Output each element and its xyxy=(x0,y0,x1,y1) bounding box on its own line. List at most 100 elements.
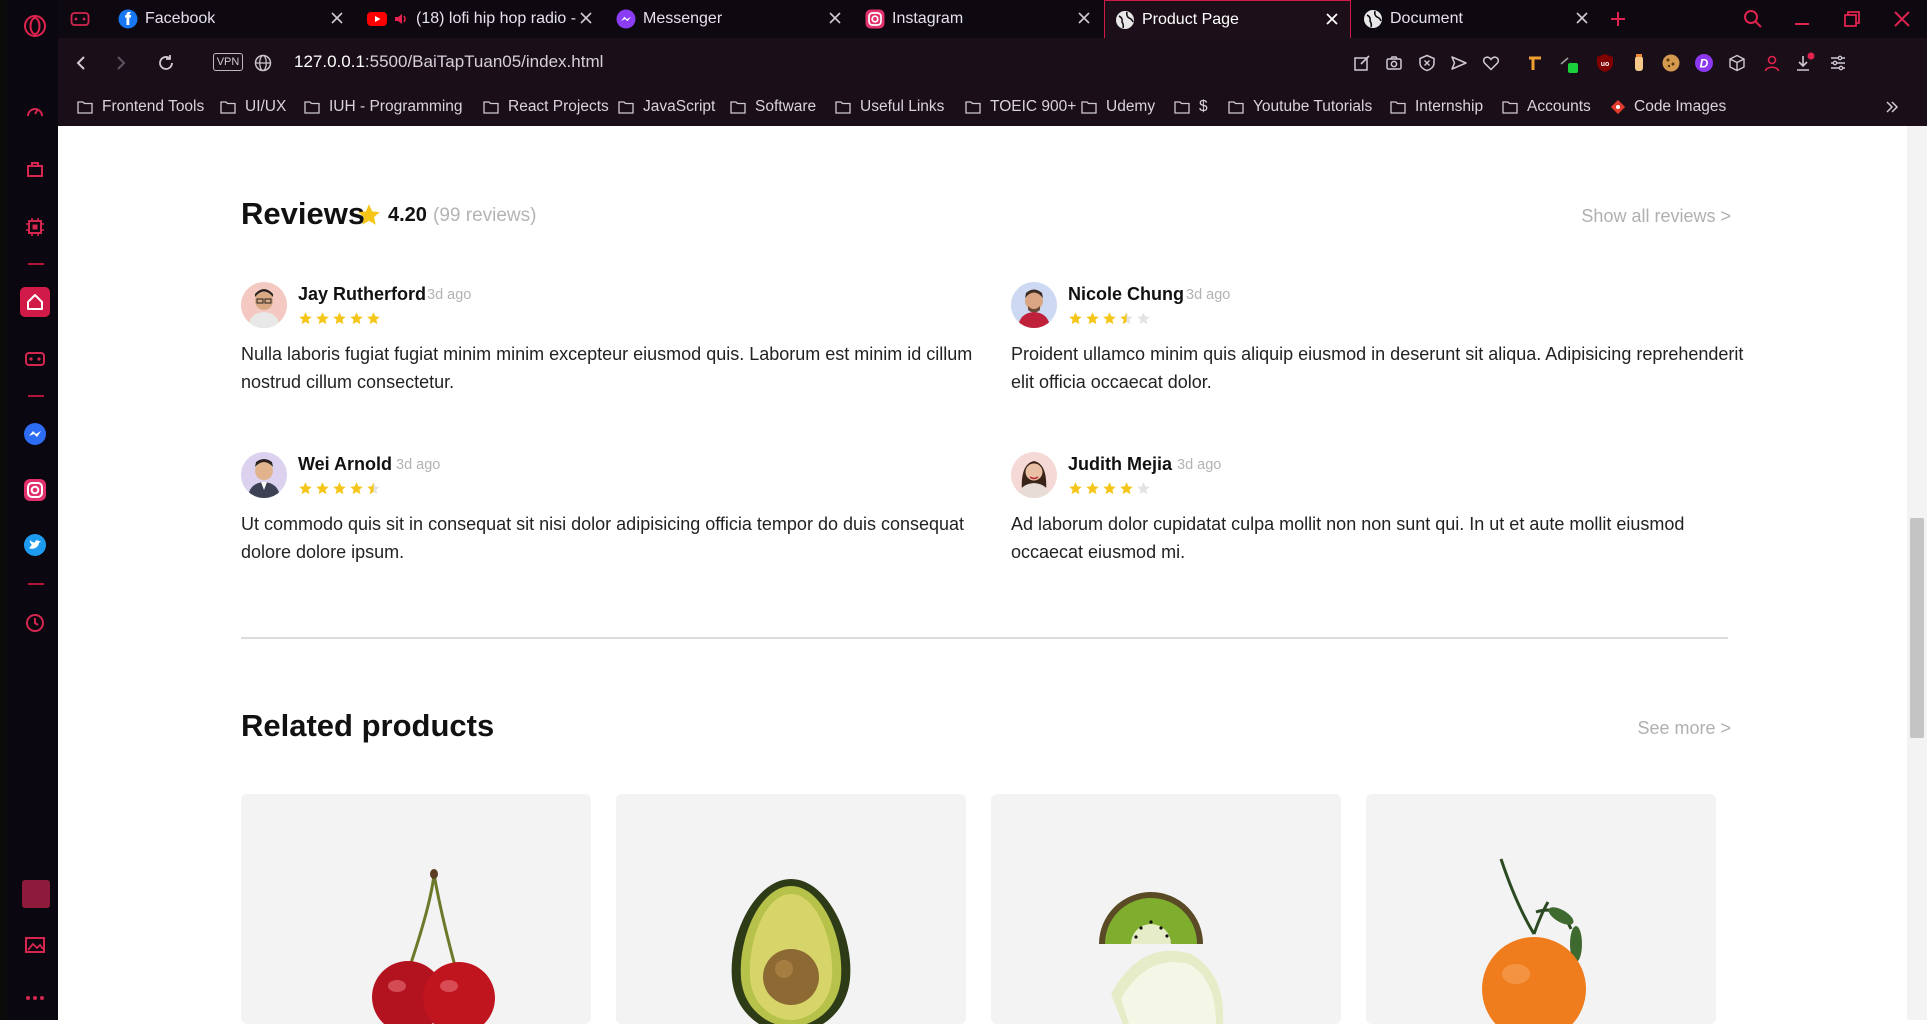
edit-snap-icon[interactable] xyxy=(1350,51,1374,75)
mandarin-image xyxy=(1482,858,1586,1024)
folder-icon xyxy=(304,101,320,114)
review-card: Wei Arnold 3d ago Ut commodo quis sit in… xyxy=(241,452,981,572)
bookmark-accounts[interactable]: Accounts xyxy=(1502,88,1591,126)
bookmark-label: UI/UX xyxy=(245,98,287,115)
extension-bottle-icon[interactable] xyxy=(1627,51,1651,75)
close-tab-icon[interactable] xyxy=(578,10,594,26)
bookmark-react-projects[interactable]: React Projects xyxy=(483,88,609,126)
bookmark-iuh-programming[interactable]: IUH - Programming xyxy=(304,88,463,126)
bookmark-ui-ux[interactable]: UI/UX xyxy=(220,88,286,126)
close-window-icon[interactable] xyxy=(1887,4,1917,34)
product-card-kiwi-lime[interactable] xyxy=(991,794,1341,1024)
bookmark-toeic[interactable]: TOEIC 900+ xyxy=(965,88,1076,126)
product-card-cherry[interactable] xyxy=(241,794,591,1024)
review-time: 3d ago xyxy=(1177,457,1222,473)
audio-playing-icon[interactable] xyxy=(393,11,409,27)
ad-blocker-icon[interactable] xyxy=(1415,51,1439,75)
bookmark-dollar[interactable]: $ xyxy=(1174,88,1208,126)
extension-d-icon[interactable]: D xyxy=(1692,51,1716,75)
url-field[interactable]: 127.0.0.1:5500/BaiTapTuan05/index.html xyxy=(294,52,603,72)
tab-title: Messenger xyxy=(643,10,723,27)
tab-product-page[interactable]: Product Page xyxy=(1104,0,1351,38)
restore-window-icon[interactable] xyxy=(1837,4,1867,34)
tab-facebook[interactable]: Facebook xyxy=(108,0,355,38)
extension-green-icon[interactable] xyxy=(1557,51,1581,75)
tab-instagram[interactable]: Instagram xyxy=(855,0,1102,38)
cookie-icon[interactable] xyxy=(1659,51,1683,75)
instagram-icon[interactable] xyxy=(22,477,48,503)
folder-icon xyxy=(618,101,634,114)
sidebar-app-tile-icon[interactable] xyxy=(22,880,50,908)
avatar xyxy=(241,452,287,498)
send-flow-icon[interactable] xyxy=(1447,51,1471,75)
bookmark-software[interactable]: Software xyxy=(730,88,816,126)
bookmark-label: Frontend Tools xyxy=(102,98,205,115)
close-tab-icon[interactable] xyxy=(329,10,345,26)
bookmark-youtube-tutorials[interactable]: Youtube Tutorials xyxy=(1228,88,1372,126)
messenger-icon[interactable] xyxy=(22,421,48,447)
bookmark-internship[interactable]: Internship xyxy=(1390,88,1483,126)
opera-logo-icon[interactable] xyxy=(22,13,48,39)
shop-bag-icon[interactable] xyxy=(22,156,48,182)
box-3d-icon[interactable] xyxy=(1725,51,1749,75)
scrollbar-thumb[interactable] xyxy=(1910,518,1924,738)
minimize-window-icon[interactable] xyxy=(1787,4,1817,34)
tab-document[interactable]: Document xyxy=(1353,0,1600,38)
bookmark-frontend-tools[interactable]: Frontend Tools xyxy=(77,88,204,126)
opera-sidebar xyxy=(0,0,58,1020)
folder-icon xyxy=(1081,101,1097,114)
easy-setup-menu-icon[interactable] xyxy=(1826,51,1850,75)
tab-gaming-icon-tab[interactable] xyxy=(60,0,106,38)
twitter-icon[interactable] xyxy=(22,532,48,558)
speed-dial-icon[interactable] xyxy=(22,99,48,125)
heart-bookmark-icon[interactable] xyxy=(1479,51,1503,75)
history-clock-icon[interactable] xyxy=(22,610,48,636)
back-arrow-icon[interactable] xyxy=(69,51,93,75)
review-text: Proident ullamco minim quis aliquip eius… xyxy=(1011,344,1744,392)
url-host: 127.0.0.1 xyxy=(294,52,365,71)
home-icon[interactable] xyxy=(20,287,50,317)
bookmark-code-images[interactable]: Code Images xyxy=(1611,88,1726,126)
star-icon xyxy=(1069,312,1082,325)
vpn-badge[interactable]: VPN xyxy=(213,53,243,71)
product-card-mandarin[interactable] xyxy=(1366,794,1716,1024)
close-tab-icon[interactable] xyxy=(1324,11,1340,27)
camera-snapshot-icon[interactable] xyxy=(1382,51,1406,75)
close-tab-icon[interactable] xyxy=(1574,10,1590,26)
rating-star-icon xyxy=(356,202,382,228)
close-tab-icon[interactable] xyxy=(1076,10,1092,26)
review-card: Nicole Chung 3d ago Proident ullamco min… xyxy=(1011,282,1751,402)
bookmarks-bar: Frontend Tools UI/UX IUH - Programming R… xyxy=(58,88,1927,127)
star-icon xyxy=(367,482,380,495)
close-tab-icon[interactable] xyxy=(827,10,843,26)
review-card: Jay Rutherford 3d ago Nulla laboris fugi… xyxy=(241,282,981,402)
bookmark-javascript[interactable]: JavaScript xyxy=(618,88,715,126)
bookmark-useful-links[interactable]: Useful Links xyxy=(835,88,944,126)
page-content: Reviews 4.20 (99 reviews) Show all revie… xyxy=(58,126,1927,1024)
bookmark-udemy[interactable]: Udemy xyxy=(1081,88,1155,126)
chip-icon[interactable] xyxy=(22,214,48,240)
gallery-icon[interactable] xyxy=(22,932,48,958)
related-products-title: Related products xyxy=(241,708,495,743)
bookmarks-overflow-icon[interactable] xyxy=(1885,88,1899,126)
ublock-origin-icon[interactable]: uo xyxy=(1593,51,1617,75)
show-all-reviews-link[interactable]: Show all reviews > xyxy=(1581,206,1731,227)
more-dots-icon[interactable] xyxy=(22,985,48,1011)
tab-youtube[interactable]: (18) lofi hip hop radio - xyxy=(357,0,604,38)
tab-messenger[interactable]: Messenger xyxy=(606,0,853,38)
site-info-globe-icon[interactable] xyxy=(251,51,275,75)
see-more-link[interactable]: See more > xyxy=(1637,718,1731,739)
bookmark-label: Youtube Tutorials xyxy=(1253,98,1373,115)
product-card-avocado[interactable] xyxy=(616,794,966,1024)
search-tabs-icon[interactable] xyxy=(1738,4,1768,34)
address-bar: VPN 127.0.0.1:5500/BaiTapTuan05/index.ht… xyxy=(58,38,1927,88)
account-profile-icon[interactable] xyxy=(1760,51,1784,75)
review-text: Ut commodo quis sit in consequat sit nis… xyxy=(241,514,965,562)
extension-t-icon[interactable] xyxy=(1523,51,1547,75)
downloads-icon[interactable] xyxy=(1793,51,1817,75)
new-tab-plus-icon[interactable] xyxy=(1603,4,1633,34)
reload-icon[interactable] xyxy=(154,51,178,75)
forward-arrow-icon[interactable] xyxy=(109,51,133,75)
bookmark-label: $ xyxy=(1199,98,1208,115)
game-controller-icon[interactable] xyxy=(22,346,48,372)
